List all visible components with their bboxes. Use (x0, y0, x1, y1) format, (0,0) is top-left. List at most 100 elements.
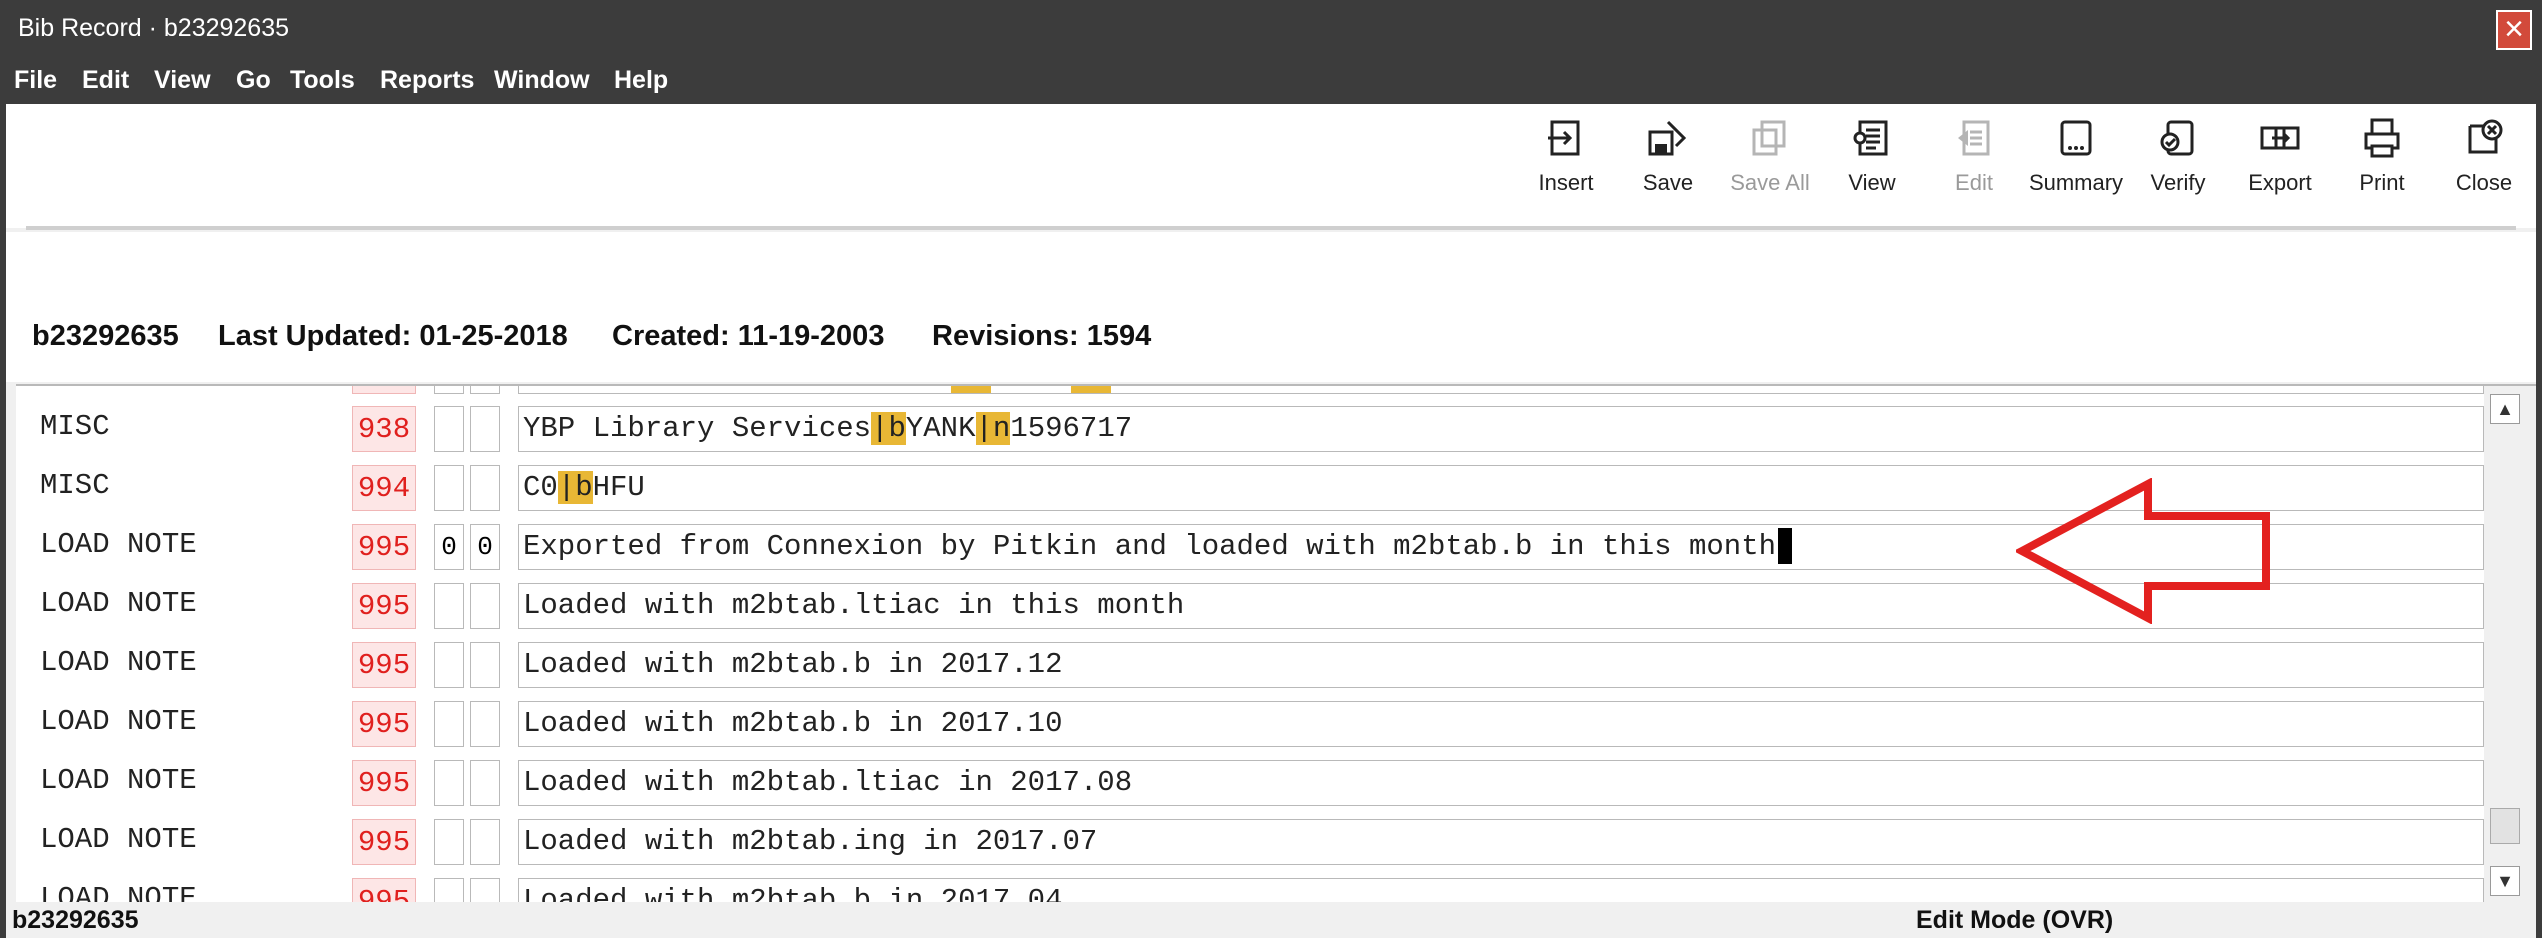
field-type-label: LOAD NOTE (40, 882, 197, 902)
export-icon (2260, 126, 2300, 150)
edit-icon (1958, 120, 1990, 156)
menu-file[interactable]: File (14, 66, 57, 95)
field-partial (518, 386, 2484, 394)
export-button[interactable]: Export (2230, 118, 2330, 196)
indicator-2-field[interactable] (470, 819, 500, 865)
save-button[interactable]: Save (1618, 118, 1718, 196)
indicator-2-field[interactable] (470, 642, 500, 688)
field-content-input[interactable]: YBP Library Services|bYANK|n1596717 (518, 406, 2484, 452)
subfield-delimiter: |b (557, 471, 593, 504)
summary-icon (2060, 120, 2092, 156)
field-text: C0 (523, 471, 558, 504)
view-button[interactable]: View (1822, 118, 1922, 196)
insert-button[interactable]: Insert (1516, 118, 1616, 196)
marc-tag-field[interactable]: 995 (352, 524, 416, 570)
field-content-input[interactable]: Loaded with m2btab.ing in 2017.07 (518, 819, 2484, 865)
marc-tag-field[interactable]: 995 (352, 583, 416, 629)
menu-view[interactable]: View (154, 66, 211, 95)
indicator-1-field[interactable] (434, 583, 464, 629)
insert-icon (1548, 120, 1580, 156)
indicator-1-field[interactable] (434, 878, 464, 902)
indicator-2-field[interactable]: 0 (470, 524, 500, 570)
menu-window[interactable]: Window (494, 66, 590, 95)
menu-help[interactable]: Help (614, 66, 668, 95)
field-content-input[interactable]: Loaded with m2btab.b in 2017.12 (518, 642, 2484, 688)
export-label: Export (2248, 170, 2312, 195)
window-close-icon[interactable]: × (2496, 10, 2532, 50)
field-text: YBP Library Services (523, 412, 872, 445)
scroll-up-icon[interactable]: ▲ (2490, 394, 2520, 424)
indicator-2-field[interactable] (470, 878, 500, 902)
summary-label: Summary (2028, 170, 2124, 195)
insert-label: Insert (1538, 170, 1594, 195)
field-content-input[interactable]: Loaded with m2btab.ltiac in 2017.08 (518, 760, 2484, 806)
marc-tag-field[interactable]: 995 (352, 819, 416, 865)
scroll-down-icon[interactable]: ▼ (2490, 866, 2520, 896)
field-text: HFU (592, 471, 645, 504)
field-content-input[interactable]: Loaded with m2btab.b in 2017.04 (518, 878, 2484, 902)
summary-button[interactable]: Summary (2026, 118, 2126, 196)
field-text: Loaded with m2btab.ltiac in this month (523, 589, 1185, 622)
indicator-2-field[interactable] (470, 465, 500, 511)
table-row: LOAD NOTE 995 Loaded with m2btab.b in 2017… (16, 695, 2484, 753)
table-row: LOAD NOTE 995 Loaded with m2btab.b in 2017… (16, 872, 2484, 902)
indicator-1-field[interactable] (434, 642, 464, 688)
indicator-1-field[interactable] (434, 465, 464, 511)
save-icon (1648, 120, 1687, 156)
table-row: MISC 938 YBP Library Services|bYANK|n15967… (16, 400, 2484, 458)
verify-button[interactable]: Verify (2128, 118, 2228, 196)
revisions-count: Revisions: 1594 (932, 320, 1152, 352)
scroll-thumb[interactable] (2490, 808, 2520, 844)
field-text: 1596717 (1010, 412, 1133, 445)
indicator-1-field[interactable]: 0 (434, 524, 464, 570)
indicator-2-field[interactable] (470, 406, 500, 452)
field-text: Loaded with m2btab.b in 2017.10 (523, 707, 1063, 740)
save-all-button[interactable]: Save All (1720, 118, 1820, 196)
marc-tag-field[interactable]: 995 (352, 878, 416, 902)
edit-button[interactable]: Edit (1924, 118, 2024, 196)
verify-icon (2160, 120, 2194, 156)
save-all-icon (1752, 120, 1786, 156)
created-date: Created: 11-19-2003 (612, 320, 885, 352)
menu-reports[interactable]: Reports (380, 66, 474, 95)
field-content-input[interactable]: Loaded with m2btab.b in 2017.10 (518, 701, 2484, 747)
status-record-id: b23292635 (12, 906, 139, 934)
close-button[interactable]: Close (2434, 118, 2534, 196)
indicator-2-field[interactable] (470, 701, 500, 747)
field-type-label: LOAD NOTE (40, 764, 197, 797)
marc-tag-field[interactable]: 995 (352, 642, 416, 688)
print-icon (2364, 118, 2400, 158)
indicator-1-field[interactable] (434, 701, 464, 747)
indicator-2-field[interactable] (470, 583, 500, 629)
marc-tag-field[interactable]: 995 (352, 760, 416, 806)
menu-tools[interactable]: Tools (290, 66, 355, 95)
text-cursor (1778, 528, 1793, 565)
table-row: LOAD NOTE 995 Loaded with m2btab.ltiac in … (16, 754, 2484, 812)
verify-label: Verify (2150, 170, 2206, 195)
view-label: View (1848, 170, 1896, 195)
record-id: b23292635 (32, 320, 179, 352)
field-type-label: LOAD NOTE (40, 646, 197, 679)
marc-tag-field[interactable]: 994 (352, 465, 416, 511)
edit-mode-indicator: Edit Mode (OVR) (1916, 906, 2114, 934)
field-type-label: MISC (40, 469, 110, 502)
table-row: LOAD NOTE 995 Loaded with m2btab.ing in 20… (16, 813, 2484, 871)
field-text: Loaded with m2btab.ing in 2017.07 (523, 825, 1098, 858)
marc-tag-field[interactable]: 995 (352, 701, 416, 747)
edit-label: Edit (1955, 170, 1993, 195)
window-title: Bib Record · b23292635 (18, 14, 290, 42)
menu-bar: File Edit View Go Tools Reports Window H… (6, 64, 2536, 104)
menu-edit[interactable]: Edit (82, 66, 129, 95)
vertical-scrollbar[interactable]: ▲ ▼ (2484, 386, 2530, 902)
marc-tag-field[interactable]: 938 (352, 406, 416, 452)
indicator-2-field[interactable] (470, 760, 500, 806)
indicator-1-field[interactable] (434, 819, 464, 865)
indicator-2-partial (470, 386, 500, 394)
field-text: Loaded with m2btab.b in 2017.04 (523, 884, 1063, 902)
print-button[interactable]: Print (2332, 118, 2432, 196)
field-text: Exported from Connexion by Pitkin and lo… (523, 530, 1777, 563)
indicator-1-field[interactable] (434, 406, 464, 452)
indicator-1-field[interactable] (434, 760, 464, 806)
menu-go[interactable]: Go (236, 66, 271, 95)
save-label: Save (1642, 170, 1694, 195)
